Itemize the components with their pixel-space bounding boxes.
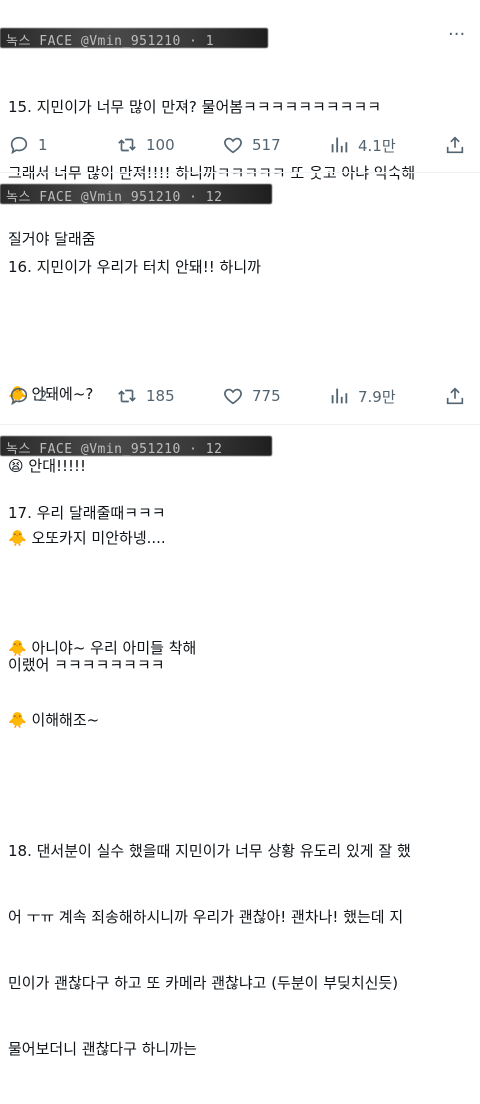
tweet-line: 15. 지민이가 너무 많이 만져? 물어봄ㅋㅋㅋㅋㅋㅋㅋㅋㅋㅋ xyxy=(8,98,382,116)
tweet-line: 16. 지민이가 우리가 터치 안돼!! 하니까 xyxy=(8,258,261,276)
like-count: 517 xyxy=(252,136,281,154)
retweet-count: 100 xyxy=(146,136,175,154)
like-button[interactable]: 775 xyxy=(222,384,281,408)
tweet-header: 녹스 FACE @Vmin_951210 · 1 xyxy=(0,28,270,50)
tweet-actions: 2 185 775 7.9만 xyxy=(0,384,480,408)
retweet-button[interactable]: 100 xyxy=(116,133,175,157)
views-icon xyxy=(331,137,348,153)
tweet-divider xyxy=(0,172,480,173)
reply-count: 1 xyxy=(38,136,48,154)
tweet-line xyxy=(8,568,474,590)
tweet-header: 녹스 FACE @Vmin_951210 · 12 xyxy=(0,436,272,458)
retweet-button[interactable]: 185 xyxy=(116,384,175,408)
share-button[interactable] xyxy=(444,133,474,157)
views-icon xyxy=(331,388,348,404)
share-button[interactable] xyxy=(444,384,474,408)
retweet-icon xyxy=(118,138,136,152)
tweet-3[interactable]: 녹스 FACE @Vmin_951210 · 12 17. 우리 달래줄때ㅋㅋㅋ… xyxy=(0,428,480,1058)
views-button[interactable]: 7.9만 xyxy=(328,384,396,408)
reply-button[interactable]: 2 xyxy=(8,384,48,408)
share-icon xyxy=(446,387,464,405)
more-icon[interactable]: ··· xyxy=(448,24,480,46)
tweet-line: 17. 우리 달래줄때ㅋㅋㅋ xyxy=(8,504,166,522)
tweet-line: 물어보더니 괜찮다구 하니까는 xyxy=(8,1040,197,1058)
reply-button[interactable]: 1 xyxy=(8,133,48,157)
tweet-line xyxy=(8,778,474,796)
reply-count: 2 xyxy=(38,387,48,405)
tweet-text: 17. 우리 달래줄때ㅋㅋㅋ 🐥 아니야~ 우리 아미들 착해 🐥 이해해조~ … xyxy=(8,458,474,1104)
share-icon xyxy=(446,136,464,154)
tweet-line xyxy=(8,322,474,336)
views-button[interactable]: 4.1만 xyxy=(328,133,396,157)
like-icon xyxy=(224,137,242,154)
tweet-line: 민이가 괜찮다구 하고 또 카메라 괜찮냐고 (두분이 부딪치신듯) xyxy=(8,974,399,992)
retweet-icon xyxy=(118,389,136,403)
author-handle: 녹스 FACE @Vmin_951210 · 12 xyxy=(6,442,223,457)
tweet-line: 18. 댄서분이 실수 했을때 지민이가 너무 상황 유도리 있게 잘 했 xyxy=(8,842,411,860)
like-count: 775 xyxy=(252,387,281,405)
tweet-line: 🐥 이해해조~ xyxy=(8,711,100,729)
like-icon xyxy=(224,388,242,405)
like-button[interactable]: 517 xyxy=(222,133,281,157)
author-handle: 녹스 FACE @Vmin_951210 · 1 xyxy=(6,34,215,49)
views-count: 7.9만 xyxy=(358,387,396,406)
tweet-line: 🐥 아니야~ 우리 아미들 착해 xyxy=(8,639,197,657)
tweet-actions: 1 100 517 4.1만 xyxy=(0,133,480,157)
reply-icon xyxy=(10,387,28,406)
retweet-count: 185 xyxy=(146,387,175,405)
author-handle: 녹스 FACE @Vmin_951210 · 12 xyxy=(6,190,223,205)
tweet-1[interactable]: 녹스 FACE @Vmin_951210 · 1 ··· 15. 지민이가 너무… xyxy=(0,0,480,248)
reply-icon xyxy=(10,136,28,155)
tweet-2[interactable]: 녹스 FACE @Vmin_951210 · 12 16. 지민이가 우리가 터… xyxy=(0,176,480,674)
tweet-header: 녹스 FACE @Vmin_951210 · 12 xyxy=(0,184,272,206)
tweet-divider xyxy=(0,424,480,425)
tweet-line: 어 ㅜㅠ 계속 죄송해하시니까 우리가 괜찮아! 괜차나! 했는데 지 xyxy=(8,908,404,926)
views-count: 4.1만 xyxy=(358,136,396,155)
